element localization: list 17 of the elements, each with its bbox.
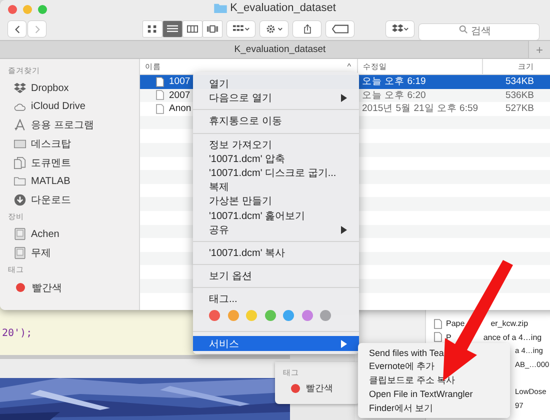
file-name: P [446, 332, 452, 342]
path-title: K_evaluation_dataset [234, 44, 326, 55]
table-cell-text: 2015년 5월 21일 오후 6:59 [361, 102, 480, 116]
file-name: 2007 [169, 90, 190, 101]
table-cell-text: 527KB [504, 103, 535, 114]
table-cell-text: 534KB [504, 76, 535, 88]
file-name: 1007 [169, 76, 190, 88]
window-title: K_evaluation_dataset [230, 2, 336, 14]
file-name: er_kcw.zip [490, 319, 528, 328]
table-cell-text: 536KB [504, 90, 535, 101]
sort-caret-icon: ^ [347, 62, 351, 71]
file-name: Pape [446, 319, 465, 328]
file-name: Anon [169, 103, 192, 114]
table-cell-text: 오늘 오후 6:20 [361, 88, 427, 102]
code-line: 20'); [2, 328, 32, 339]
table-cell-text: 오늘 오후 6:19 [361, 75, 427, 88]
file-name: ance of a 4…ing [483, 332, 542, 342]
